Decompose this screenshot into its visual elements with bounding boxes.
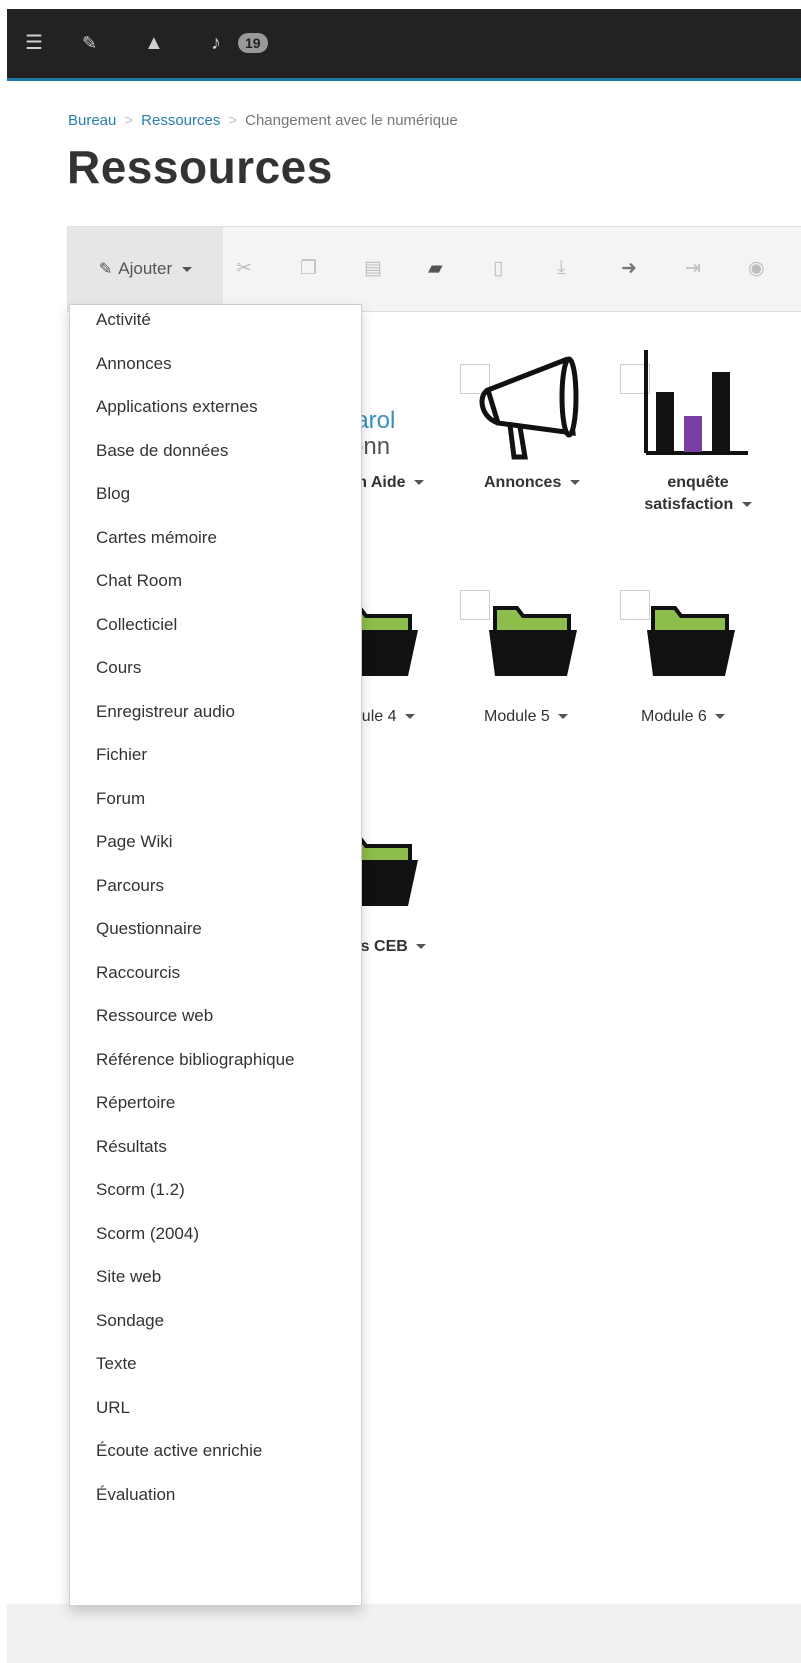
resource-label: Module 5: [484, 708, 550, 725]
add-resource-dropdown: Activité Annonces Applications externes …: [69, 304, 362, 1606]
folder-icon: [489, 606, 577, 676]
page-title: Ressources: [67, 141, 333, 193]
edit-icon[interactable]: ✎: [82, 33, 97, 53]
chevron-down-icon: [182, 266, 193, 272]
menu-item-parcours[interactable]: Parcours: [96, 876, 164, 896]
chevron-down-icon[interactable]: [569, 480, 580, 486]
menu-item-activite[interactable]: Activité: [96, 310, 151, 330]
breadcrumb-separator: >: [228, 112, 238, 129]
menu-item-raccourcis[interactable]: Raccourcis: [96, 963, 180, 983]
notification-count-badge[interactable]: 19: [238, 33, 268, 53]
download-icon[interactable]: ⤓: [557, 257, 565, 279]
chevron-down-icon[interactable]: [416, 944, 427, 950]
bar-chart-icon: [644, 350, 748, 455]
menu-item-forum[interactable]: Forum: [96, 789, 145, 809]
resource-label-line2: satisfaction: [644, 496, 734, 513]
bell-icon[interactable]: ♪: [211, 33, 221, 53]
resource-label: Annonces: [484, 474, 562, 491]
add-button[interactable]: ✎ Ajouter: [68, 227, 223, 311]
menu-item-scorm-2004[interactable]: Scorm (2004): [96, 1224, 199, 1244]
menu-item-base-de-donnees[interactable]: Base de données: [96, 441, 228, 461]
export-icon[interactable]: ⇥: [685, 257, 701, 280]
breadcrumb-separator: >: [124, 112, 134, 129]
select-checkbox[interactable]: [460, 590, 490, 620]
resource-toolbar: ✎ Ajouter ✂ ❐ ▤ ▰ ▯ ⤓ ➜ ⇥ ◉: [67, 226, 801, 312]
megaphone-icon: [479, 356, 579, 460]
menu-item-cartes-memoire[interactable]: Cartes mémoire: [96, 528, 217, 548]
resource-label: Module 6: [641, 708, 707, 725]
chevron-down-icon[interactable]: [413, 480, 424, 486]
menu-item-blog[interactable]: Blog: [96, 484, 130, 504]
menu-item-collecticiel[interactable]: Collecticiel: [96, 615, 177, 635]
database-icon[interactable]: ☰: [25, 33, 43, 53]
footer-strip: [7, 1604, 801, 1663]
open-folder-icon[interactable]: ▰: [428, 257, 443, 280]
trash-icon[interactable]: ▯: [493, 257, 503, 280]
menu-item-reference-bibliographique[interactable]: Référence bibliographique: [96, 1050, 294, 1070]
chevron-down-icon[interactable]: [558, 714, 569, 720]
breadcrumb-link-bureau[interactable]: Bureau: [68, 112, 116, 129]
navbar-dark-strip: ☰ ✎ ▲ ♪ 19: [7, 9, 801, 81]
breadcrumb-current: Changement avec le numérique: [245, 112, 458, 129]
cut-icon[interactable]: ✂: [236, 257, 252, 280]
menu-item-resultats[interactable]: Résultats: [96, 1137, 167, 1157]
resource-label-line1: enquête: [667, 474, 729, 491]
menu-item-enregistreur-audio[interactable]: Enregistreur audio: [96, 702, 235, 722]
menu-item-fichier[interactable]: Fichier: [96, 745, 147, 765]
menu-item-scorm-1-2[interactable]: Scorm (1.2): [96, 1180, 185, 1200]
menu-item-questionnaire[interactable]: Questionnaire: [96, 919, 202, 939]
menu-item-annonces[interactable]: Annonces: [96, 354, 172, 374]
copy-icon[interactable]: ❐: [300, 257, 317, 280]
menu-item-ressource-web[interactable]: Ressource web: [96, 1006, 213, 1026]
add-button-label: Ajouter: [118, 259, 173, 278]
paste-icon[interactable]: ▤: [364, 257, 382, 280]
menu-item-cours[interactable]: Cours: [96, 658, 141, 678]
menu-item-applications-externes[interactable]: Applications externes: [96, 397, 258, 417]
menu-item-site-web[interactable]: Site web: [96, 1267, 161, 1287]
menu-item-ecoute-active-enrichie[interactable]: Écoute active enrichie: [96, 1441, 262, 1461]
menu-item-texte[interactable]: Texte: [96, 1354, 137, 1374]
menu-item-repertoire[interactable]: Répertoire: [96, 1093, 175, 1113]
warning-icon[interactable]: ▲: [144, 33, 164, 53]
chevron-down-icon[interactable]: [715, 714, 726, 720]
folder-icon: [647, 606, 735, 676]
menu-item-evaluation[interactable]: Évaluation: [96, 1485, 175, 1505]
menu-item-chat-room[interactable]: Chat Room: [96, 571, 182, 591]
menu-item-url[interactable]: URL: [96, 1398, 130, 1418]
top-navbar: ☰ ✎ ▲ ♪ 19: [0, 0, 801, 88]
import-icon[interactable]: ➜: [621, 257, 637, 280]
edit-icon: ✎: [98, 261, 113, 278]
chevron-down-icon[interactable]: [741, 502, 752, 508]
breadcrumb: Bureau > Ressources > Changement avec le num…: [68, 112, 458, 129]
chevron-down-icon[interactable]: [404, 714, 415, 720]
eye-icon[interactable]: ◉: [748, 257, 765, 280]
menu-item-sondage[interactable]: Sondage: [96, 1311, 164, 1331]
menu-item-page-wiki[interactable]: Page Wiki: [96, 832, 173, 852]
breadcrumb-link-ressources[interactable]: Ressources: [141, 112, 220, 129]
